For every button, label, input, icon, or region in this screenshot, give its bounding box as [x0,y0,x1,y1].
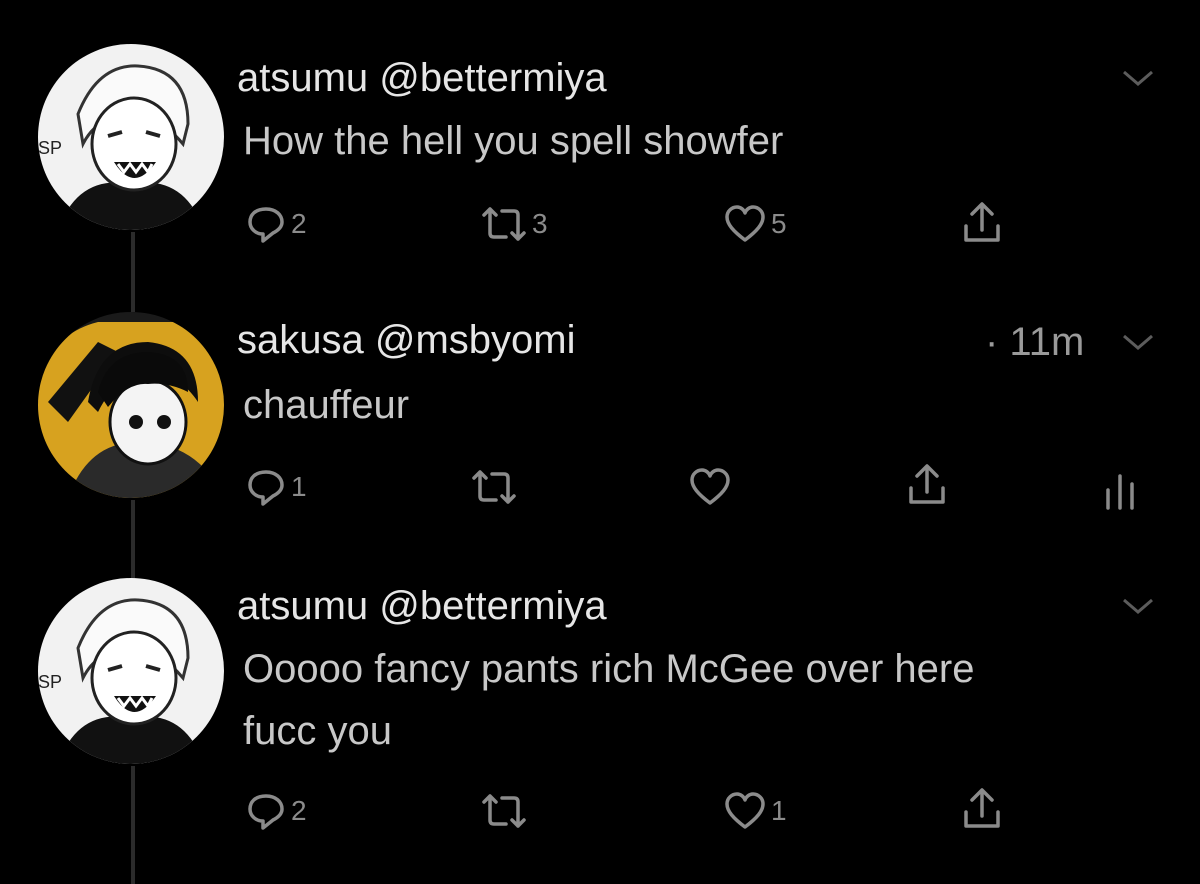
retweet-button[interactable] [480,790,532,832]
avatar[interactable]: SP [38,578,224,764]
reply-icon [245,466,287,508]
like-button[interactable]: 1 [723,790,787,832]
share-icon [960,786,1004,832]
retweet-icon [470,466,518,508]
reply-count: 2 [291,795,307,826]
avatar[interactable] [38,312,224,498]
share-button[interactable] [905,462,949,508]
chevron-down-icon[interactable] [1118,594,1158,618]
tweet-text-line: Ooooo fancy pants rich McGee over here [243,647,975,691]
tweet[interactable]: SP atsumu @bettermiya Ooooo fancy pants … [0,0,1200,830]
heart-icon [723,790,767,832]
retweet-button[interactable] [470,466,522,508]
reply-icon [245,790,287,832]
tweet-text: chauffeur [243,374,409,436]
tweet-text-line: fucc you [243,709,392,753]
like-button[interactable] [688,466,736,508]
tweet-author[interactable]: sakusa @msbyomi [237,320,576,360]
chevron-down-icon[interactable] [1118,330,1158,354]
heart-icon [688,466,732,508]
reply-button[interactable]: 1 [245,466,307,508]
handle[interactable]: @msbyomi [375,318,576,362]
svg-text:SP: SP [38,672,62,692]
tweet-author[interactable]: atsumu @bettermiya [237,586,607,626]
display-name[interactable]: sakusa [237,318,364,362]
thread-connector [131,500,135,580]
thread-connector [131,766,135,884]
analytics-button[interactable] [1102,470,1138,510]
tweet-text-line: chauffeur [243,383,410,427]
tweet-text: Ooooo fancy pants rich McGee over here f… [243,638,974,762]
share-icon [905,462,949,508]
display-name[interactable]: atsumu [237,584,368,628]
share-button[interactable] [960,786,1004,832]
reply-button[interactable]: 2 [245,790,307,832]
reply-count: 1 [291,471,307,502]
handle[interactable]: @bettermiya [379,584,606,628]
analytics-icon [1102,470,1138,510]
tweet-timestamp[interactable]: · 11m [985,322,1084,362]
retweet-icon [480,790,528,832]
like-count: 1 [771,795,787,826]
